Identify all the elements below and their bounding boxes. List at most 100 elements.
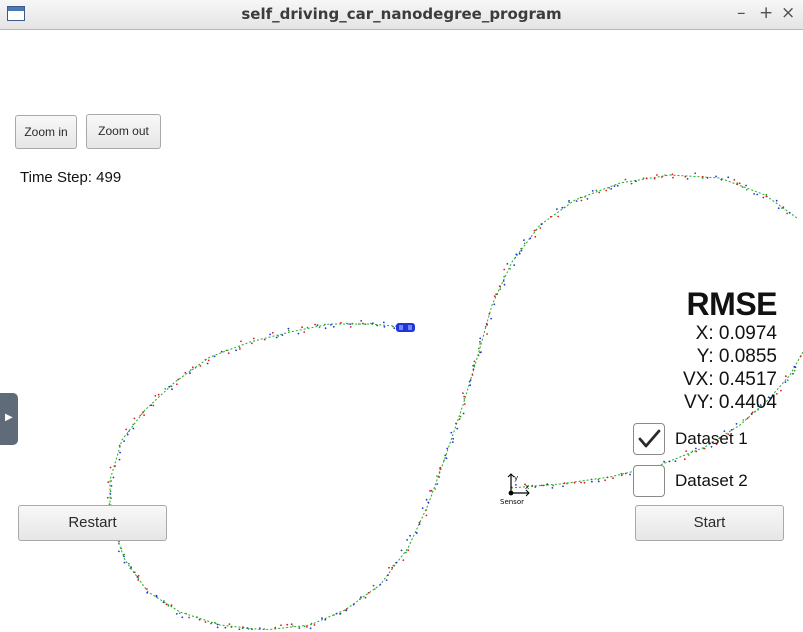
- radar-measurement: [109, 493, 112, 495]
- estimate-marker: [358, 323, 360, 325]
- estimate-marker: [523, 242, 526, 245]
- maximize-button[interactable]: +: [759, 3, 773, 23]
- estimate-marker: [590, 478, 593, 481]
- lidar-measurement: [620, 474, 623, 477]
- estimate-marker: [170, 385, 173, 388]
- radar-measurement: [298, 627, 301, 629]
- lidar-measurement: [425, 514, 428, 517]
- radar-measurement: [446, 447, 449, 450]
- lidar-measurement: [154, 395, 157, 397]
- lidar-measurement: [165, 603, 168, 606]
- estimate-marker: [566, 482, 568, 485]
- estimate-marker: [664, 174, 666, 176]
- estimate-marker: [225, 349, 228, 352]
- minimize-button[interactable]: –: [737, 3, 746, 23]
- estimate-marker: [478, 347, 480, 350]
- radar-measurement: [383, 325, 386, 328]
- lidar-measurement: [683, 458, 686, 461]
- dataset-2-label: Dataset 2: [675, 471, 748, 490]
- lidar-measurement: [372, 584, 375, 587]
- radar-measurement: [213, 355, 216, 358]
- radar-measurement: [332, 325, 335, 328]
- radar-measurement: [220, 350, 223, 353]
- lidar-measurement: [106, 496, 109, 499]
- estimate-marker: [364, 323, 367, 326]
- lidar-measurement: [463, 395, 465, 398]
- estimate-marker: [563, 206, 566, 209]
- radar-measurement: [281, 334, 284, 336]
- radar-measurement: [112, 476, 115, 479]
- radar-measurement: [452, 437, 455, 440]
- estimate-marker: [608, 187, 611, 189]
- estimate-marker: [405, 551, 407, 554]
- radar-measurement: [613, 185, 616, 188]
- lidar-measurement: [598, 191, 601, 194]
- lidar-measurement: [583, 481, 586, 484]
- lidar-measurement: [485, 322, 488, 325]
- estimate-marker: [241, 627, 244, 630]
- close-button[interactable]: ×: [781, 3, 795, 23]
- lidar-measurement: [280, 624, 282, 627]
- estimate-marker: [540, 484, 543, 487]
- lidar-measurement: [604, 479, 606, 482]
- zoom-in-button[interactable]: Zoom in: [15, 115, 77, 149]
- radar-measurement: [360, 320, 363, 322]
- lidar-measurement: [695, 450, 698, 453]
- lidar-measurement: [402, 559, 405, 561]
- estimate-marker: [167, 605, 170, 607]
- radar-measurement: [376, 324, 379, 327]
- zoom-out-button[interactable]: Zoom out: [86, 114, 161, 149]
- estimate-marker: [164, 388, 166, 390]
- lidar-measurement: [271, 331, 274, 334]
- estimate-marker: [584, 196, 586, 198]
- estimate-marker: [333, 614, 335, 616]
- start-button[interactable]: Start: [635, 505, 784, 541]
- estimate-marker: [230, 626, 233, 628]
- radar-measurement: [586, 198, 589, 200]
- lidar-measurement: [462, 392, 464, 395]
- lidar-measurement: [580, 199, 583, 202]
- lidar-measurement: [188, 616, 191, 619]
- estimate-marker: [742, 419, 744, 421]
- estimate-marker: [374, 588, 376, 590]
- radar-measurement: [324, 327, 327, 330]
- radar-measurement: [216, 626, 219, 629]
- estimate-marker: [503, 275, 505, 278]
- radar-measurement: [629, 473, 631, 476]
- radar-measurement: [309, 627, 312, 630]
- lidar-measurement: [388, 566, 390, 569]
- dataset-2-checkbox[interactable]: [633, 465, 665, 497]
- lidar-measurement: [391, 566, 394, 569]
- estimate-marker: [552, 484, 554, 487]
- lidar-measurement: [479, 340, 481, 343]
- sensor-axes-icon: y x Sensor: [500, 473, 530, 506]
- expand-handle-icon[interactable]: ▶: [0, 393, 18, 445]
- lidar-measurement: [313, 624, 316, 626]
- estimate-marker: [477, 354, 480, 357]
- radar-measurement: [663, 460, 665, 463]
- lidar-measurement: [114, 465, 116, 467]
- estimate-marker: [436, 475, 438, 477]
- lidar-measurement: [503, 268, 506, 271]
- estimate-marker: [787, 379, 789, 382]
- estimate-marker: [303, 625, 306, 628]
- estimate-marker: [118, 542, 120, 544]
- radar-measurement: [382, 321, 385, 324]
- lidar-measurement: [349, 326, 352, 328]
- lidar-measurement: [455, 422, 457, 425]
- radar-measurement: [518, 252, 521, 255]
- lidar-measurement: [784, 375, 787, 378]
- restart-button[interactable]: Restart: [18, 505, 167, 541]
- estimate-marker: [595, 189, 598, 192]
- radar-measurement: [674, 460, 677, 462]
- estimate-marker: [318, 326, 321, 329]
- estimate-marker: [344, 609, 347, 611]
- estimate-marker: [463, 398, 466, 400]
- radar-measurement: [316, 324, 319, 326]
- lidar-measurement: [125, 428, 128, 431]
- dataset-1-checkbox[interactable]: [633, 423, 665, 455]
- estimate-marker: [324, 323, 326, 326]
- estimate-marker: [277, 335, 280, 337]
- lidar-measurement: [458, 418, 461, 420]
- lidar-measurement: [207, 359, 210, 362]
